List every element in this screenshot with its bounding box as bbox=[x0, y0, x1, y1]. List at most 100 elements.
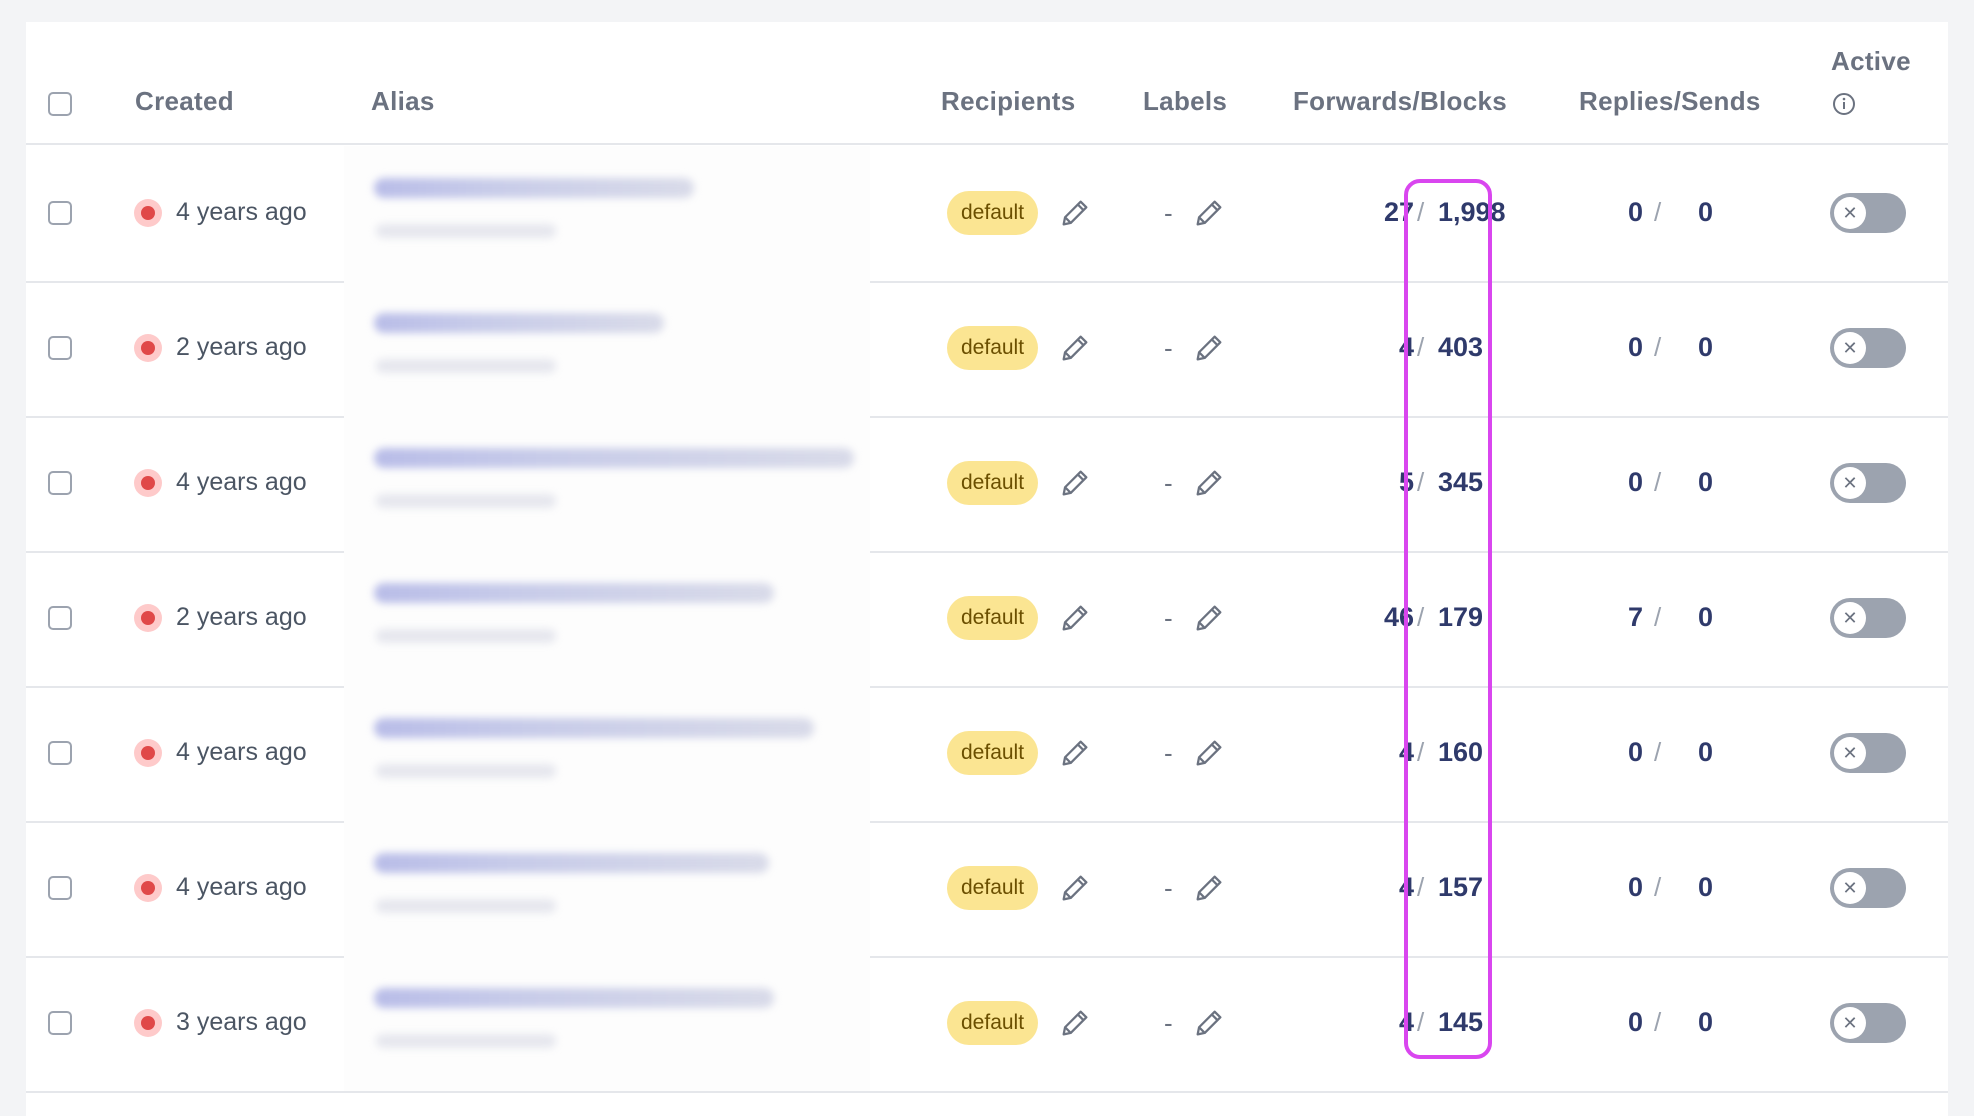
edit-labels-pencil-icon[interactable] bbox=[1192, 1006, 1226, 1040]
blocks-count: 403 bbox=[1438, 332, 1484, 362]
replies-sends-separator: / bbox=[1654, 737, 1662, 767]
alias-email-redacted bbox=[374, 178, 694, 198]
created-date: 4 years ago bbox=[176, 198, 307, 226]
edit-recipients-pencil-icon[interactable] bbox=[1058, 331, 1092, 365]
edit-labels-pencil-icon[interactable] bbox=[1192, 736, 1226, 770]
table-row: 2 years ago default - 4 / 403 0 / 0 ✕ bbox=[26, 281, 1948, 418]
active-toggle[interactable]: ✕ bbox=[1830, 598, 1906, 638]
row-checkbox[interactable] bbox=[48, 336, 72, 360]
recipient-badge[interactable]: default bbox=[947, 866, 1039, 910]
replies-count: 7 bbox=[1627, 602, 1643, 632]
forwards-blocks-separator: / bbox=[1417, 467, 1425, 497]
header-created[interactable]: Created bbox=[135, 86, 234, 117]
active-toggle[interactable]: ✕ bbox=[1830, 868, 1906, 908]
edit-recipients-pencil-icon[interactable] bbox=[1058, 736, 1092, 770]
sends-count: 0 bbox=[1698, 467, 1714, 497]
forwards-blocks-separator: / bbox=[1417, 872, 1425, 902]
created-date: 4 years ago bbox=[176, 738, 307, 766]
active-toggle[interactable]: ✕ bbox=[1830, 1003, 1906, 1043]
row-checkbox[interactable] bbox=[48, 876, 72, 900]
labels-empty: - bbox=[1164, 873, 1173, 903]
alias-cell[interactable] bbox=[344, 551, 870, 686]
blocks-count: 345 bbox=[1438, 467, 1484, 497]
row-checkbox[interactable] bbox=[48, 201, 72, 225]
alias-email-redacted bbox=[374, 448, 854, 468]
edit-labels-pencil-icon[interactable] bbox=[1192, 466, 1226, 500]
edit-recipients-pencil-icon[interactable] bbox=[1058, 1006, 1092, 1040]
toggle-off-icon: ✕ bbox=[1834, 197, 1866, 229]
row-checkbox[interactable] bbox=[48, 606, 72, 630]
inactive-dot-icon bbox=[134, 604, 162, 632]
sends-count: 0 bbox=[1698, 332, 1714, 362]
alias-cell[interactable] bbox=[344, 686, 870, 821]
inactive-dot-icon bbox=[134, 874, 162, 902]
inactive-dot-icon bbox=[134, 469, 162, 497]
alias-cell[interactable] bbox=[344, 146, 870, 281]
labels-empty: - bbox=[1164, 1008, 1173, 1038]
alias-email-redacted bbox=[374, 853, 769, 873]
recipient-badge[interactable]: default bbox=[947, 191, 1039, 235]
active-toggle[interactable]: ✕ bbox=[1830, 733, 1906, 773]
alias-cell[interactable] bbox=[344, 281, 870, 416]
forwards-count: 27 bbox=[1383, 197, 1414, 227]
active-toggle[interactable]: ✕ bbox=[1830, 328, 1906, 368]
forwards-count: 5 bbox=[1398, 467, 1414, 497]
labels-empty: - bbox=[1164, 738, 1173, 768]
replies-count: 0 bbox=[1627, 737, 1643, 767]
edit-recipients-pencil-icon[interactable] bbox=[1058, 196, 1092, 230]
active-toggle[interactable]: ✕ bbox=[1830, 193, 1906, 233]
edit-labels-pencil-icon[interactable] bbox=[1192, 871, 1226, 905]
header-alias[interactable]: Alias bbox=[371, 86, 435, 117]
forwards-count: 4 bbox=[1398, 872, 1414, 902]
forwards-blocks-separator: / bbox=[1417, 737, 1425, 767]
blocks-count: 145 bbox=[1438, 1007, 1484, 1037]
edit-recipients-pencil-icon[interactable] bbox=[1058, 601, 1092, 635]
aliases-table: Created Alias Recipients Labels Forwards… bbox=[26, 22, 1948, 1116]
alias-cell[interactable] bbox=[344, 416, 870, 551]
alias-note-redacted bbox=[376, 899, 556, 913]
recipient-badge[interactable]: default bbox=[947, 731, 1039, 775]
recipient-badge[interactable]: default bbox=[947, 596, 1039, 640]
select-all-checkbox[interactable] bbox=[48, 92, 72, 116]
info-icon[interactable] bbox=[1832, 92, 1856, 116]
alias-cell[interactable] bbox=[344, 956, 870, 1091]
created-date: 3 years ago bbox=[176, 1008, 307, 1036]
active-toggle[interactable]: ✕ bbox=[1830, 463, 1906, 503]
toggle-off-icon: ✕ bbox=[1834, 467, 1866, 499]
recipient-badge[interactable]: default bbox=[947, 1001, 1039, 1045]
alias-note-redacted bbox=[376, 494, 556, 508]
alias-email-redacted bbox=[374, 313, 664, 333]
sends-count: 0 bbox=[1698, 602, 1714, 632]
table-row: 2 years ago default - 46 / 179 7 / 0 ✕ bbox=[26, 551, 1948, 688]
replies-count: 0 bbox=[1627, 332, 1643, 362]
alias-cell[interactable] bbox=[344, 821, 870, 956]
forwards-blocks-separator: / bbox=[1417, 197, 1425, 227]
recipient-badge[interactable]: default bbox=[947, 326, 1039, 370]
blocks-count: 179 bbox=[1438, 602, 1484, 632]
inactive-dot-icon bbox=[134, 199, 162, 227]
alias-note-redacted bbox=[376, 359, 556, 373]
row-checkbox[interactable] bbox=[48, 1011, 72, 1035]
sends-count: 0 bbox=[1698, 872, 1714, 902]
row-checkbox[interactable] bbox=[48, 741, 72, 765]
blocks-count: 160 bbox=[1438, 737, 1484, 767]
created-date: 2 years ago bbox=[176, 333, 307, 361]
forwards-count: 4 bbox=[1398, 737, 1414, 767]
sends-count: 0 bbox=[1698, 737, 1714, 767]
created-date: 4 years ago bbox=[176, 468, 307, 496]
table-row: 4 years ago default - 27 / 1,998 0 / 0 ✕ bbox=[26, 146, 1948, 283]
header-replies-sends[interactable]: Replies/Sends bbox=[1579, 86, 1761, 117]
forwards-blocks-separator: / bbox=[1417, 332, 1425, 362]
edit-recipients-pencil-icon[interactable] bbox=[1058, 871, 1092, 905]
toggle-off-icon: ✕ bbox=[1834, 737, 1866, 769]
edit-recipients-pencil-icon[interactable] bbox=[1058, 466, 1092, 500]
row-checkbox[interactable] bbox=[48, 471, 72, 495]
alias-note-redacted bbox=[376, 224, 556, 238]
edit-labels-pencil-icon[interactable] bbox=[1192, 196, 1226, 230]
labels-empty: - bbox=[1164, 468, 1173, 498]
forwards-count: 4 bbox=[1398, 332, 1414, 362]
recipient-badge[interactable]: default bbox=[947, 461, 1039, 505]
edit-labels-pencil-icon[interactable] bbox=[1192, 601, 1226, 635]
header-forwards-blocks[interactable]: Forwards/Blocks bbox=[1293, 86, 1507, 117]
edit-labels-pencil-icon[interactable] bbox=[1192, 331, 1226, 365]
